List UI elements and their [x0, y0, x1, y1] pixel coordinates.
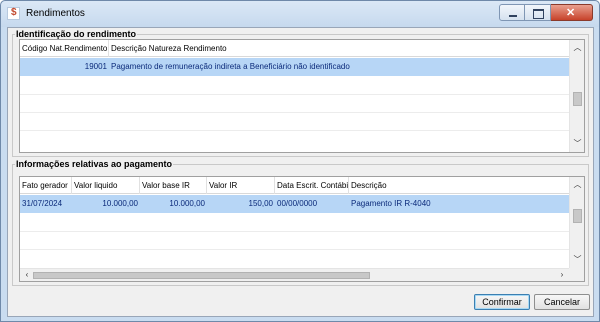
table-row[interactable]: 19001 Pagamento de remuneração indireta …: [20, 58, 571, 76]
cell-valor-base-ir: 10.000,00: [169, 199, 205, 208]
caption-buttons: [499, 4, 593, 21]
col-valor-base-ir-header[interactable]: Valor base IR: [140, 177, 207, 194]
scroll-up-icon[interactable]: ︿: [570, 41, 584, 55]
pagamento-grid[interactable]: Fato gerador Valor liquido Valor base IR…: [19, 176, 585, 282]
col-descricao-header[interactable]: Descrição Natureza Rendimento: [109, 40, 571, 57]
pagamento-group: Informações relativas ao pagamento Fato …: [12, 159, 589, 286]
scroll-thumb[interactable]: [33, 272, 370, 279]
pagamento-group-title: Informações relativas ao pagamento: [15, 159, 174, 169]
scroll-corner: [569, 268, 584, 281]
col-valor-ir-header[interactable]: Valor IR: [207, 177, 275, 194]
pagamento-horizontal-scrollbar[interactable]: ‹ ›: [20, 268, 569, 281]
rendimento-grid[interactable]: Código Nat.Rendimento Descrição Natureza…: [19, 39, 585, 153]
pagamento-vertical-scrollbar[interactable]: ︿ ﹀: [569, 177, 584, 268]
cancel-button[interactable]: Cancelar: [534, 294, 590, 310]
cell-valor-ir: 150,00: [248, 199, 273, 208]
cell-codigo: 19001: [84, 62, 107, 71]
close-icon[interactable]: [551, 4, 593, 21]
cell-fato-gerador: 31/07/2024: [22, 199, 63, 208]
col-fato-gerador-header[interactable]: Fato gerador: [20, 177, 72, 194]
app-icon: [7, 7, 20, 20]
col-valor-liquido-header[interactable]: Valor liquido: [72, 177, 140, 194]
cell-valor-liquido: 10.000,00: [102, 199, 138, 208]
dialog-client-area: Identificação do rendimento Código Nat.R…: [7, 27, 594, 317]
identificacao-group: Identificação do rendimento Código Nat.R…: [12, 29, 589, 157]
table-row[interactable]: 31/07/2024 10.000,00 10.000,00 150,00 00…: [20, 195, 571, 213]
scroll-thumb[interactable]: [573, 92, 582, 106]
cell-descricao: Pagamento IR R-4040: [351, 199, 431, 208]
col-codigo-header[interactable]: Código Nat.Rendimento: [20, 40, 109, 57]
dialog-window: Rendimentos Identificação do rendimento …: [0, 0, 600, 322]
col-descricao-header[interactable]: Descrição: [349, 177, 571, 194]
scroll-left-icon[interactable]: ‹: [21, 269, 33, 281]
scroll-thumb[interactable]: [573, 209, 582, 223]
identificacao-group-title: Identificação do rendimento: [15, 29, 138, 39]
minimize-icon[interactable]: [499, 4, 525, 21]
title-bar[interactable]: Rendimentos: [1, 1, 599, 27]
rendimento-grid-header: Código Nat.Rendimento Descrição Natureza…: [20, 40, 571, 57]
scroll-down-icon[interactable]: ﹀: [570, 253, 584, 267]
scroll-down-icon[interactable]: ﹀: [570, 137, 584, 151]
pagamento-grid-header: Fato gerador Valor liquido Valor base IR…: [20, 177, 571, 194]
cell-data-escrit: 00/00/0000: [277, 199, 318, 208]
maximize-icon[interactable]: [525, 4, 551, 21]
cell-descricao: Pagamento de remuneração indireta a Bene…: [111, 62, 350, 71]
confirm-button[interactable]: Confirmar: [474, 294, 530, 310]
scroll-right-icon[interactable]: ›: [556, 269, 568, 281]
rendimento-vertical-scrollbar[interactable]: ︿ ﹀: [569, 40, 584, 152]
scroll-up-icon[interactable]: ︿: [570, 178, 584, 192]
window-title: Rendimentos: [26, 8, 85, 19]
col-data-escrit-header[interactable]: Data Escrit. Contábil: [275, 177, 349, 194]
